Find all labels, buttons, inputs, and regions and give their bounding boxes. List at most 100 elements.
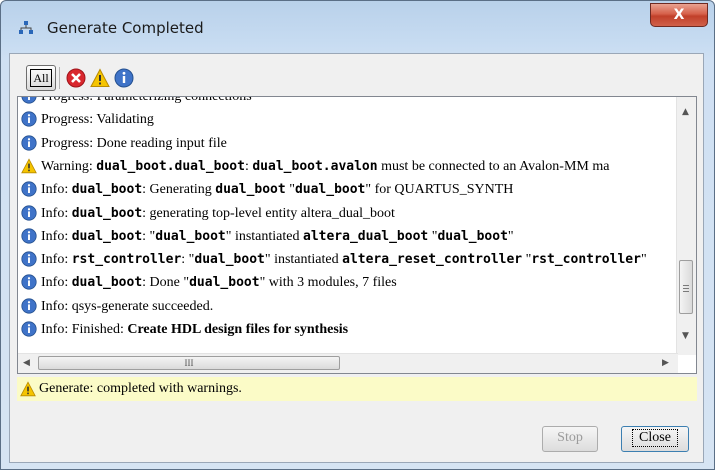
status-bar: Generate: completed with warnings.: [17, 377, 697, 401]
scroll-right-arrow-icon[interactable]: ▶: [662, 358, 669, 368]
log-message-part: rst_controller: [531, 252, 641, 268]
log-message-part: dual_boot: [71, 205, 143, 221]
app-icon: [19, 21, 33, 34]
log-message-part: dual_boot: [155, 228, 226, 244]
scroll-down-arrow-icon[interactable]: ▼: [682, 331, 689, 341]
horizontal-scrollbar[interactable]: ◀ III ▶: [18, 353, 678, 373]
log-message-part: rst_controller: [71, 252, 182, 268]
vertical-scroll-thumb[interactable]: [679, 260, 693, 314]
info-icon: [21, 298, 37, 314]
log-message-part: : generating top-level entity altera_dua…: [142, 205, 395, 221]
horizontal-scroll-thumb[interactable]: III: [38, 356, 340, 370]
log-message-part: Warning:: [41, 158, 97, 174]
generate-completed-dialog: Generate Completed X All Progress: Param: [0, 0, 715, 470]
log-message-part: Progress: Validating: [41, 112, 154, 128]
log-message-part: dual_boot: [189, 275, 260, 291]
filter-all-button[interactable]: All: [26, 65, 56, 91]
log-message-part: ": [640, 252, 647, 268]
log-entry[interactable]: Progress: Done reading input file: [20, 132, 676, 155]
log-message-part: dual_boot: [437, 228, 508, 244]
warning-icon: [21, 158, 37, 174]
log-message-part: ": [285, 182, 295, 198]
log-message: Info: rst_controller: "dual_boot" instan…: [41, 248, 647, 271]
info-icon: [21, 134, 37, 151]
vertical-scrollbar[interactable]: ▲ ▼: [676, 97, 696, 355]
log-message-part: ": [522, 252, 532, 268]
log-entry[interactable]: Progress: Parameterizing connections: [20, 96, 676, 108]
info-icon: [21, 228, 37, 244]
filter-separator: [59, 67, 60, 89]
log-message: Progress: Done reading input file: [41, 132, 227, 155]
status-text: Generate: completed with warnings.: [39, 381, 242, 396]
close-button[interactable]: Close: [621, 426, 689, 452]
log-entry[interactable]: Info: dual_boot: Generating dual_boot "d…: [20, 178, 676, 201]
log-message-part: Info:: [41, 182, 72, 198]
scroll-left-arrow-icon[interactable]: ◀: [23, 358, 30, 368]
log-message-part: " with 3 modules, 7 files: [259, 275, 397, 291]
log-message-part: must be connected to an Avalon-MM ma: [377, 158, 610, 174]
log-message-part: Info:: [41, 252, 72, 268]
dialog-body: All Progress: Parameterizing connections…: [9, 53, 704, 463]
log-message-part: Progress: Done reading input file: [41, 135, 227, 151]
scroll-up-arrow-icon[interactable]: ▲: [682, 107, 689, 117]
log-message-part: ": [507, 228, 514, 244]
info-icon: [21, 251, 37, 267]
log-message-part: " for QUARTUS_SYNTH: [365, 182, 514, 198]
message-log[interactable]: Progress: Parameterizing connections Prog…: [17, 96, 697, 374]
log-message-part: : Generating: [142, 182, 216, 198]
log-message-part: " instantiated: [264, 252, 343, 268]
info-icon: [21, 97, 37, 104]
warning-icon[interactable]: [90, 68, 110, 88]
log-message-part: : ": [142, 228, 156, 244]
log-message: Progress: Parameterizing connections: [41, 96, 252, 108]
log-message-part: dual_boot: [294, 182, 366, 198]
log-message: Info: dual_boot: Generating dual_boot "d…: [41, 178, 513, 201]
title-bar[interactable]: Generate Completed X: [1, 1, 714, 53]
log-message-part: : Done ": [142, 275, 190, 291]
log-entry[interactable]: Info: dual_boot: generating top-level en…: [20, 202, 676, 225]
log-message-part: dual_boot.avalon: [252, 158, 378, 174]
grip-line: [683, 291, 689, 292]
warning-icon: [20, 381, 36, 397]
log-message-part: altera_reset_controller: [342, 252, 523, 268]
log-entry[interactable]: Info: dual_boot: "dual_boot" instantiate…: [20, 225, 676, 248]
log-message-part: dual_boot: [194, 252, 265, 268]
log-message: Info: dual_boot: Done "dual_boot" with 3…: [41, 271, 397, 294]
log-message-part: Info:: [41, 205, 72, 221]
log-message-part: dual_boot: [71, 228, 143, 244]
log-message-part: altera_dual_boot: [303, 228, 429, 244]
grip-line: [683, 288, 689, 289]
log-entry[interactable]: Info: Finished: Create HDL design files …: [20, 318, 676, 341]
log-message: Info: Finished: Create HDL design files …: [41, 318, 348, 341]
log-message-part: Info:: [41, 275, 72, 291]
info-icon: [21, 204, 37, 221]
grip-line: [683, 285, 689, 286]
stop-button[interactable]: Stop: [542, 426, 598, 452]
log-entry[interactable]: Info: rst_controller: "dual_boot" instan…: [20, 248, 676, 271]
log-entry[interactable]: Info: dual_boot: Done "dual_boot" with 3…: [20, 271, 676, 294]
log-message-part: Info: qsys-generate succeeded.: [41, 298, 214, 314]
log-message: Info: dual_boot: "dual_boot" instantiate…: [41, 225, 514, 248]
log-message-part: dual_boot: [215, 182, 286, 198]
log-message: Progress: Validating: [41, 108, 154, 131]
log-entry[interactable]: Warning: dual_boot.dual_boot: dual_boot.…: [20, 155, 676, 178]
info-icon[interactable]: [114, 68, 134, 88]
log-entry[interactable]: Progress: Validating: [20, 108, 676, 131]
log-message-part: dual_boot: [71, 182, 143, 198]
log-message: Info: dual_boot: generating top-level en…: [41, 202, 395, 225]
log-message-part: Create HDL design files for synthesis: [127, 322, 349, 337]
log-message-part: Progress: Parameterizing connections: [41, 96, 252, 104]
info-icon: [21, 274, 37, 290]
log-entry[interactable]: Info: qsys-generate succeeded.: [20, 295, 676, 318]
error-icon[interactable]: [66, 68, 86, 88]
info-icon: [21, 111, 37, 127]
log-message-part: dual_boot.dual_boot: [96, 158, 245, 174]
filter-all-label: All: [30, 69, 52, 87]
log-message-part: Info:: [41, 228, 72, 244]
log-message-part: : ": [181, 252, 195, 268]
log-message: Info: qsys-generate succeeded.: [41, 295, 213, 318]
window-title: Generate Completed: [47, 19, 204, 37]
log-message-part: " instantiated: [225, 228, 303, 244]
window-close-button[interactable]: X: [650, 3, 708, 27]
log-message: Warning: dual_boot.dual_boot: dual_boot.…: [41, 155, 609, 178]
